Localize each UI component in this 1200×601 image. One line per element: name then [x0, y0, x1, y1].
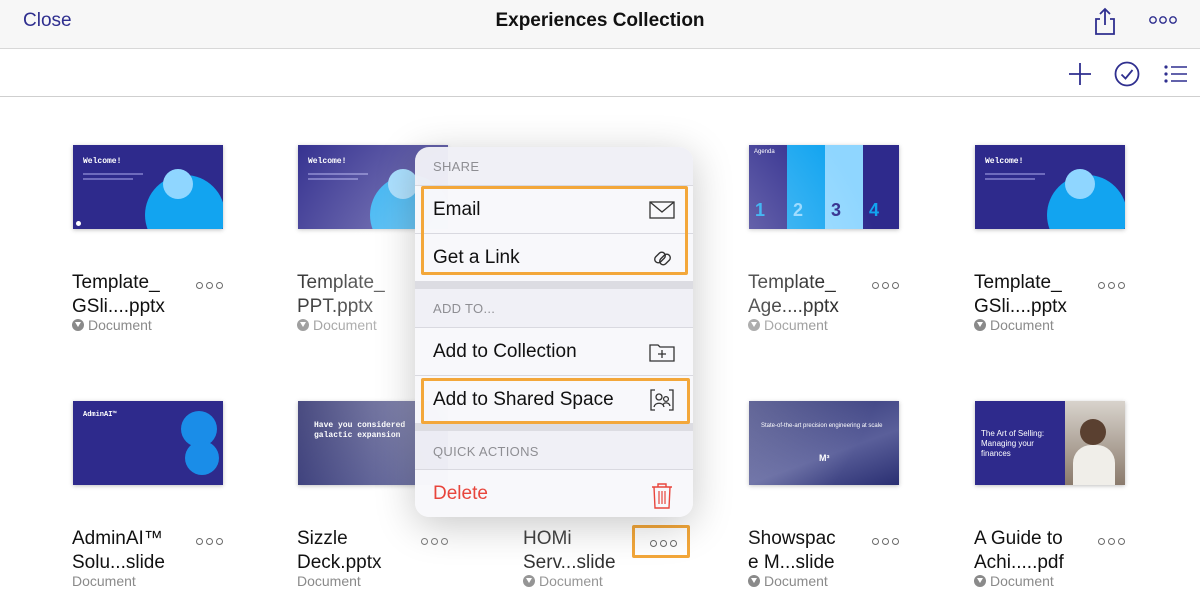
grid-item[interactable]: The Art of Selling: Managing your financ…: [974, 354, 1174, 589]
item-name: Template_ PPT.pptx: [297, 272, 385, 317]
downloaded-icon: [974, 319, 986, 331]
downloaded-icon: [72, 319, 84, 331]
slide-thumbnail[interactable]: State-of-the-art precision engineering a…: [749, 401, 899, 485]
item-name: Template_ GSli....pptx: [72, 272, 165, 317]
list-icon[interactable]: [1162, 60, 1190, 88]
add-to-shared-space-menu-item[interactable]: Add to Shared Space: [415, 375, 693, 423]
email-menu-item[interactable]: Email: [415, 185, 693, 233]
slide-thumbnail[interactable]: The Art of Selling: Managing your financ…: [975, 401, 1125, 485]
grid-item[interactable]: Welcome! Template_ GSli....pptx Document: [72, 98, 272, 333]
item-more-button[interactable]: [196, 278, 226, 292]
slide-thumbnail[interactable]: Agenda 1 2 3 4: [749, 145, 899, 229]
downloaded-icon: [748, 575, 760, 587]
grid-item[interactable]: Agenda 1 2 3 4 Template_ Age....pptx Doc…: [748, 98, 948, 333]
share-section-header: SHARE: [433, 159, 480, 174]
item-name: Showspac e M...slide: [748, 528, 836, 573]
envelope-icon: [649, 198, 675, 222]
item-type: Document: [72, 573, 136, 589]
item-more-button[interactable]: [1098, 534, 1128, 548]
quick-actions-header: QUICK ACTIONS: [433, 444, 539, 459]
grid-item[interactable]: Welcome! Template_ GSli....pptx Document: [974, 98, 1174, 333]
item-more-button[interactable]: [421, 534, 451, 548]
delete-menu-item[interactable]: Delete: [415, 469, 693, 517]
item-type: Document: [974, 573, 1054, 589]
close-button[interactable]: Close: [23, 10, 72, 32]
item-name: HOMi Serv...slide: [523, 528, 616, 573]
item-type: Document: [974, 317, 1054, 333]
checkmark-circle-icon[interactable]: [1113, 60, 1141, 88]
link-icon: [649, 246, 675, 270]
share-icon[interactable]: [1092, 6, 1118, 36]
downloaded-icon: [748, 319, 760, 331]
downloaded-icon: [523, 575, 535, 587]
item-name: Template_ GSli....pptx: [974, 272, 1067, 317]
shared-space-icon: [649, 388, 675, 412]
item-more-button[interactable]: [872, 534, 902, 548]
downloaded-icon: [974, 575, 986, 587]
add-section-header: ADD TO...: [433, 301, 496, 316]
toolbar: [0, 49, 1200, 97]
folder-plus-icon: [649, 340, 675, 364]
nav-bar: Close Experiences Collection: [0, 0, 1200, 49]
item-type: Document: [523, 573, 603, 589]
item-type: Document: [297, 573, 361, 589]
grid-item[interactable]: AdminAI™ AdminAI™ Solu...slide Document: [72, 354, 272, 589]
page-title: Experiences Collection: [495, 10, 705, 31]
item-more-button-active[interactable]: [632, 525, 690, 558]
item-name: AdminAI™ Solu...slide: [72, 528, 165, 573]
slide-thumbnail[interactable]: Welcome!: [73, 145, 223, 229]
trash-icon: [649, 482, 675, 509]
grid-item[interactable]: State-of-the-art precision engineering a…: [748, 354, 948, 589]
slide-thumbnail[interactable]: AdminAI™: [73, 401, 223, 485]
get-link-menu-item[interactable]: Get a Link: [415, 233, 693, 281]
item-more-button[interactable]: [872, 278, 902, 292]
section-separator: [415, 423, 693, 431]
slide-thumbnail[interactable]: Welcome!: [975, 145, 1125, 229]
item-name: Sizzle Deck.pptx: [297, 528, 382, 573]
item-more-button[interactable]: [1098, 278, 1128, 292]
plus-icon[interactable]: [1066, 60, 1094, 88]
item-type: Document: [72, 317, 152, 333]
add-to-collection-menu-item[interactable]: Add to Collection: [415, 327, 693, 375]
item-more-button[interactable]: [196, 534, 226, 548]
context-menu: SHARE Email Get a Link ADD TO... Add to …: [415, 147, 693, 517]
item-type: Document: [748, 317, 828, 333]
more-options-icon[interactable]: [1148, 12, 1178, 28]
item-type: Document: [297, 317, 377, 333]
section-separator: [415, 281, 693, 289]
downloaded-icon: [297, 319, 309, 331]
item-type: Document: [748, 573, 828, 589]
item-name: Template_ Age....pptx: [748, 272, 839, 317]
item-name: A Guide to Achi.....pdf: [974, 528, 1064, 573]
